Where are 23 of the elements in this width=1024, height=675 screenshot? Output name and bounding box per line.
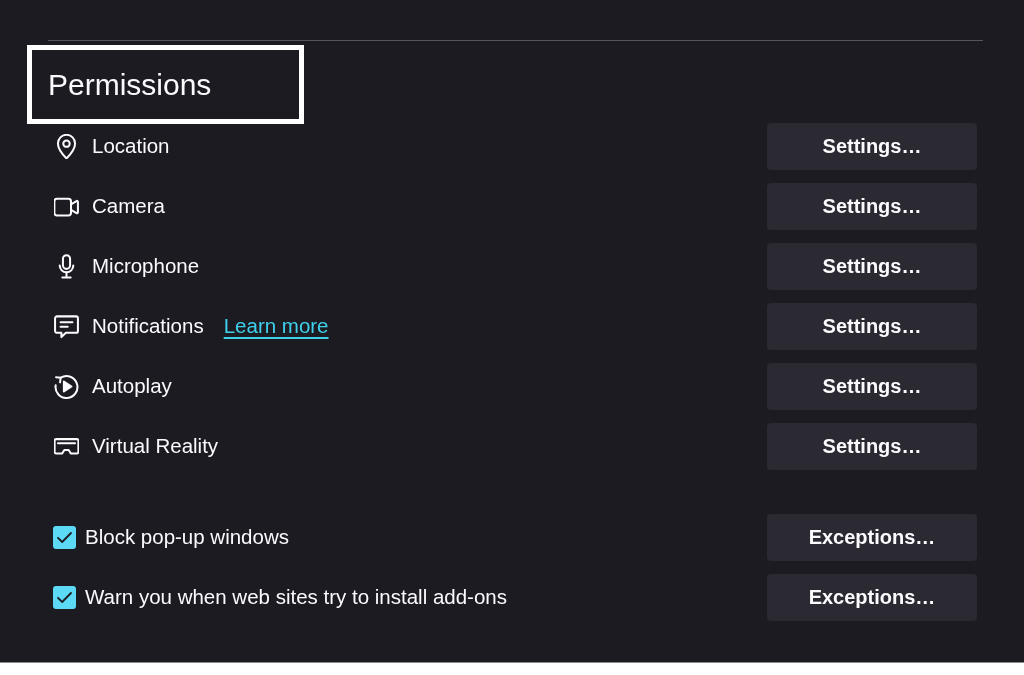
map-pin-icon	[54, 133, 79, 159]
checkbox[interactable]	[53, 525, 76, 549]
permission-label: Location	[92, 133, 170, 159]
exceptions-button[interactable]: Exceptions…	[767, 513, 977, 561]
play-circle-icon	[54, 373, 79, 399]
settings-button[interactable]: Settings…	[767, 182, 977, 230]
settings-button[interactable]: Settings…	[767, 302, 977, 350]
settings-button[interactable]: Settings…	[767, 242, 977, 290]
permission-label: Notifications	[92, 313, 204, 339]
exceptions-button[interactable]: Exceptions…	[767, 573, 977, 621]
permission-label: Camera	[92, 193, 165, 219]
permission-label: Virtual Reality	[92, 433, 219, 459]
permission-label: Microphone	[92, 253, 200, 279]
learn-more-link[interactable]: Learn more	[223, 313, 329, 339]
settings-button[interactable]: Settings…	[767, 422, 977, 470]
section-heading: Permissions	[48, 67, 212, 103]
settings-button[interactable]: Settings…	[767, 362, 977, 410]
settings-button[interactable]: Settings…	[767, 122, 977, 170]
checkbox[interactable]	[53, 585, 76, 609]
checkbox-label: Block pop-up windows	[85, 524, 289, 550]
permission-label: Autoplay	[92, 373, 172, 399]
checkbox-label: Warn you when web sites try to install add-ons	[85, 584, 507, 610]
speech-bubble-icon	[54, 313, 79, 339]
